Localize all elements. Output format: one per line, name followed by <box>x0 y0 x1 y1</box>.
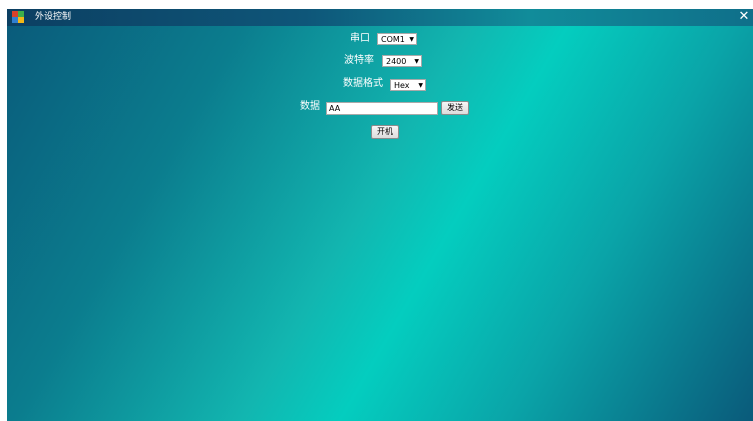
data-label: 数据 <box>300 101 320 112</box>
app-icon <box>12 11 24 23</box>
data-input[interactable]: AA <box>326 102 438 115</box>
close-icon[interactable]: ✕ <box>737 9 751 25</box>
serial-port-label: 串口 <box>350 33 370 44</box>
data-format-value: Hex <box>394 81 410 90</box>
title-bar: 外设控制 ✕ <box>7 9 753 26</box>
serial-port-select[interactable]: COM1 ▼ <box>377 33 417 45</box>
app-window: 外设控制 ✕ 串口 COM1 ▼ 波特率 2400 ▼ 数据格式 Hex ▼ 数… <box>7 9 753 421</box>
chevron-down-icon: ▼ <box>409 36 414 43</box>
data-format-select[interactable]: Hex ▼ <box>390 79 426 91</box>
window-title: 外设控制 <box>35 12 72 22</box>
baud-rate-select[interactable]: 2400 ▼ <box>382 55 422 67</box>
data-format-label: 数据格式 <box>343 78 383 89</box>
baud-rate-value: 2400 <box>386 57 407 66</box>
send-button[interactable]: 发送 <box>441 101 469 115</box>
baud-rate-label: 波特率 <box>344 55 374 66</box>
chevron-down-icon: ▼ <box>418 82 423 89</box>
chevron-down-icon: ▼ <box>414 58 419 65</box>
serial-port-value: COM1 <box>381 35 405 44</box>
power-on-button[interactable]: 开机 <box>371 125 399 139</box>
